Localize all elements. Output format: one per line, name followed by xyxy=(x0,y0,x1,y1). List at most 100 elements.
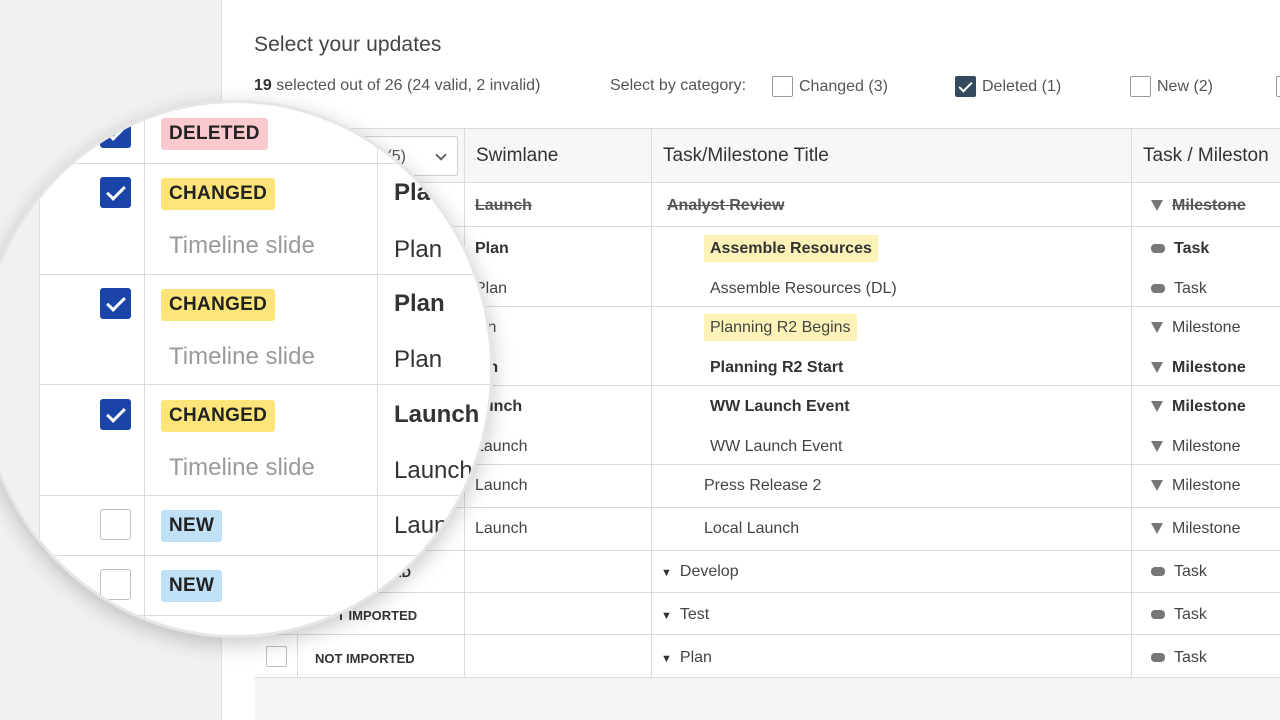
type-label: Milestone xyxy=(1172,520,1241,537)
row-divider xyxy=(40,495,490,496)
milestone-icon xyxy=(1151,401,1163,413)
row-checkbox[interactable] xyxy=(266,646,287,667)
category-new-label: New (2) xyxy=(1157,77,1214,95)
row-divider xyxy=(40,384,490,385)
title-cell: Local Launch xyxy=(704,520,800,537)
row-divider xyxy=(40,615,490,616)
page-title: Select your updates xyxy=(254,33,442,56)
title-cell: Planning R2 Start xyxy=(710,359,844,376)
status-badge-new: NEW xyxy=(161,570,223,602)
category-changed[interactable]: Changed (3) xyxy=(772,76,888,97)
row-divider xyxy=(40,163,490,164)
type-label: Milestone xyxy=(1172,438,1241,455)
task-icon xyxy=(1151,610,1165,620)
type-label: Task xyxy=(1174,280,1207,297)
status-badge-new: NEW xyxy=(161,510,223,542)
type-label: Task xyxy=(1174,240,1210,257)
magnified-left-panel xyxy=(0,103,40,635)
column-header-swimlane[interactable]: Swimlane xyxy=(464,129,652,183)
row-divider xyxy=(40,555,490,556)
milestone-icon xyxy=(1151,200,1163,212)
type-cell: Milestone xyxy=(1151,319,1240,337)
milestone-icon xyxy=(1151,322,1163,334)
category-changed-label: Changed (3) xyxy=(799,77,888,95)
title-cell: ▼ Plan xyxy=(661,649,712,667)
type-label: Task xyxy=(1174,563,1207,580)
category-new-checkbox[interactable] xyxy=(1130,76,1151,97)
title-label: Plan xyxy=(679,649,712,666)
title-cell: ▼ Test xyxy=(661,606,709,624)
changed-highlight: Planning R2 Begins xyxy=(704,314,857,341)
category-more-checkbox[interactable] xyxy=(1276,76,1280,97)
status-badge-changed: CHANGED xyxy=(161,400,276,432)
category-new[interactable]: New (2) xyxy=(1130,76,1213,97)
milestone-icon xyxy=(1151,362,1163,374)
column-divider xyxy=(144,103,145,635)
title-cell: Analyst Review xyxy=(667,197,785,214)
type-cell: Milestone xyxy=(1151,477,1240,495)
type-cell: Milestone xyxy=(1151,197,1246,215)
category-changed-checkbox[interactable] xyxy=(772,76,793,97)
milestone-icon xyxy=(1151,441,1163,453)
row-checkbox[interactable] xyxy=(100,117,131,148)
column-header-type[interactable]: Task / Mileston xyxy=(1131,129,1280,183)
category-label: Select by category: xyxy=(610,77,747,94)
status-cell: NOT IMPORTED xyxy=(315,651,415,666)
caret-down-icon[interactable]: ▼ xyxy=(661,567,672,579)
type-cell: Milestone xyxy=(1151,398,1246,416)
swimlane-cell: Pla xyxy=(394,179,431,206)
title-cell: WW Launch Event xyxy=(710,438,843,455)
type-label: Task xyxy=(1174,649,1207,666)
category-deleted[interactable]: Deleted (1) xyxy=(955,76,1061,97)
task-icon xyxy=(1151,244,1165,254)
title-cell: Planning R2 Begins xyxy=(704,314,857,341)
status-badge-changed: CHANGED xyxy=(161,178,276,210)
column-header-title[interactable]: Task/Milestone Title xyxy=(651,129,1132,183)
source-label: Timeline slide xyxy=(169,232,315,259)
type-cell: Task xyxy=(1151,240,1209,258)
column-divider xyxy=(651,129,652,678)
type-cell: Task xyxy=(1151,649,1207,667)
task-icon xyxy=(1151,284,1165,294)
selection-summary: 19 selected out of 26 (24 valid, 2 inval… xyxy=(254,77,540,95)
row-divider xyxy=(255,677,1280,678)
source-label: Timeline slide xyxy=(169,454,315,481)
type-cell: Task xyxy=(1151,606,1207,624)
row-checkbox[interactable] xyxy=(100,569,131,600)
magnifier-lens: DELETED CHANGED Timeline slide Pla Plan … xyxy=(0,100,493,638)
title-cell: Assemble Resources (DL) xyxy=(710,280,897,297)
source-label: Timeline slide xyxy=(169,343,315,370)
type-cell: Milestone xyxy=(1151,359,1246,377)
magnified-table: DELETED CHANGED Timeline slide Pla Plan … xyxy=(0,103,490,635)
column-divider xyxy=(1131,129,1132,678)
swimlane-cell: Launch xyxy=(394,401,480,428)
caret-down-icon[interactable]: ▼ xyxy=(661,653,672,665)
task-icon xyxy=(1151,567,1165,577)
type-cell: Task xyxy=(1151,280,1207,298)
selected-summary-text: selected out of 26 (24 valid, 2 invalid) xyxy=(271,77,541,94)
status-badge-deleted: DELETED xyxy=(161,118,268,150)
title-cell: Assemble Resources xyxy=(704,235,878,262)
swimlane-cell: Laun xyxy=(394,512,448,539)
row-checkbox[interactable] xyxy=(100,509,131,540)
type-cell: Milestone xyxy=(1151,438,1240,456)
category-deleted-checkbox[interactable] xyxy=(955,76,976,97)
swimlane-cell: Plan xyxy=(394,236,443,263)
selected-count: 19 xyxy=(254,77,272,94)
type-label: Milestone xyxy=(1172,477,1241,494)
caret-down-icon[interactable]: ▼ xyxy=(661,610,672,622)
status-badge-changed: CHANGED xyxy=(161,289,276,321)
type-label: Milestone xyxy=(1172,197,1246,214)
type-label: Milestone xyxy=(1172,398,1246,415)
row-checkbox[interactable] xyxy=(100,288,131,319)
type-cell: Task xyxy=(1151,563,1207,581)
title-label: Test xyxy=(679,606,710,623)
row-checkbox[interactable] xyxy=(100,399,131,430)
row-checkbox[interactable] xyxy=(100,177,131,208)
type-label: Milestone xyxy=(1172,319,1241,336)
type-label: Task xyxy=(1174,606,1207,623)
swimlane-cell: Plan xyxy=(394,346,443,373)
title-cell: WW Launch Event xyxy=(710,398,850,415)
column-divider xyxy=(377,103,378,635)
table-footer xyxy=(255,677,1280,720)
